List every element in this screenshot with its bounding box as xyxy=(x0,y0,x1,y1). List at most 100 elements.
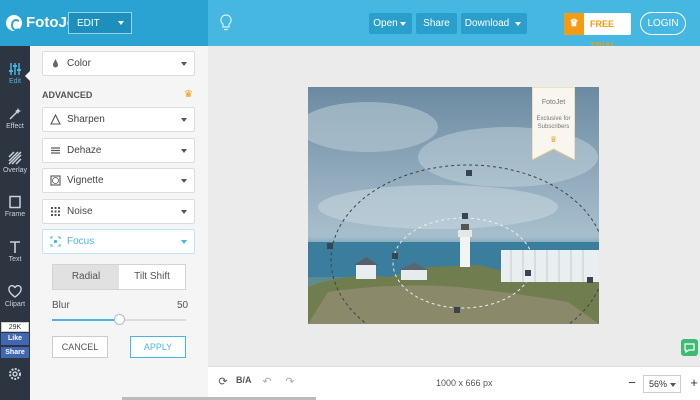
undo-icon[interactable]: ↶ xyxy=(260,375,274,389)
dehaze-label: Dehaze xyxy=(67,145,102,156)
watermark-brand: FotoJet xyxy=(541,99,566,106)
sidebar-item-edit[interactable]: Edit xyxy=(0,56,31,100)
sidebar-item-overlay[interactable]: Overlay xyxy=(0,145,30,189)
sidebar-item-label: Frame xyxy=(4,211,26,218)
triangle-icon xyxy=(50,114,61,125)
like-count: 29K xyxy=(1,322,29,332)
chat-icon[interactable] xyxy=(681,339,698,356)
open-label: Open xyxy=(373,18,398,29)
photo-preview[interactable]: FotoJet Exclusive for Subscribers ♛ xyxy=(308,87,599,324)
blur-label: Blur xyxy=(52,300,70,311)
chevron-down-icon xyxy=(515,22,521,26)
vignette-dropdown[interactable]: Vignette xyxy=(42,168,195,193)
sharpen-label: Sharpen xyxy=(67,114,105,125)
subscriber-watermark-badge: FotoJet Exclusive for Subscribers ♛ xyxy=(532,87,575,160)
cancel-button[interactable]: CANCEL xyxy=(52,336,108,358)
chevron-down-icon xyxy=(181,62,187,66)
focus-mode-toggle: Radial Tilt Shift xyxy=(52,264,186,290)
like-label: Like xyxy=(7,335,22,342)
sidebar-item-text[interactable]: Text xyxy=(0,234,30,278)
watermark-line2: Subscribers xyxy=(537,124,570,130)
dehaze-dropdown[interactable]: Dehaze xyxy=(42,138,195,163)
blur-slider[interactable] xyxy=(52,314,186,325)
dots-grid-icon xyxy=(51,207,60,216)
facebook-like-widget: 29K Like Share xyxy=(1,322,29,358)
focus-label: Focus xyxy=(67,236,95,247)
facebook-share-button[interactable]: Share xyxy=(1,347,29,358)
chevron-down-icon xyxy=(181,179,187,183)
section-title-advanced: ADVANCED xyxy=(42,90,93,100)
noise-dropdown[interactable]: Noise xyxy=(42,199,195,224)
stripes-icon xyxy=(8,151,22,165)
color-label: Color xyxy=(67,58,91,69)
lightbulb-icon[interactable] xyxy=(220,14,232,32)
share-label: Share xyxy=(5,349,25,356)
chevron-down-icon xyxy=(400,22,406,26)
watermark-line1: Exclusive for xyxy=(536,116,571,122)
vignette-label: Vignette xyxy=(67,175,104,186)
editor-canvas: FotoJet Exclusive for Subscribers ♛ xyxy=(208,46,700,366)
lines-icon xyxy=(51,147,60,154)
settings-gear-icon[interactable] xyxy=(7,366,23,382)
compare-icon[interactable]: B/A xyxy=(236,375,252,389)
chevron-down-icon xyxy=(181,210,187,214)
image-dimensions: 1000 x 666 px xyxy=(436,378,493,388)
canvas-status-bar: ⟳ B/A ↶ ↷ 1000 x 666 px − 56% + xyxy=(208,366,700,400)
sidebar-item-effect[interactable]: Effect xyxy=(0,101,30,145)
download-label: Download xyxy=(464,18,510,29)
sliders-icon xyxy=(9,63,21,75)
sidebar-item-label: Effect xyxy=(6,123,24,130)
blur-value: 50 xyxy=(177,300,189,311)
zoom-value: 56% xyxy=(649,379,668,389)
mode-select[interactable]: EDIT xyxy=(68,12,132,34)
chevron-down-icon xyxy=(181,149,187,153)
sidebar-item-label: Overlay xyxy=(2,167,28,174)
chevron-down-icon xyxy=(181,240,187,244)
sidebar-item-label: Clipart xyxy=(4,301,26,308)
noise-label: Noise xyxy=(67,206,93,217)
frame-icon xyxy=(9,195,21,209)
crown-icon: ♛ xyxy=(549,135,558,144)
open-button[interactable]: Open xyxy=(369,13,412,34)
blur-slider-thumb[interactable] xyxy=(114,314,125,325)
apply-button[interactable]: APPLY xyxy=(130,336,186,358)
chevron-down-icon xyxy=(118,21,124,25)
crown-icon: ♛ xyxy=(564,13,584,35)
tilt-shift-mode-button[interactable]: Tilt Shift xyxy=(119,265,185,289)
zoom-control: − 56% + xyxy=(626,374,700,394)
rotate-icon[interactable]: ⟳ xyxy=(216,375,230,389)
login-button[interactable]: LOGIN xyxy=(640,12,686,35)
sidebar-item-label: Edit xyxy=(8,78,22,85)
share-button[interactable]: Share xyxy=(416,13,457,34)
zoom-select[interactable]: 56% xyxy=(643,375,681,393)
droplet-icon xyxy=(53,59,58,68)
mode-select-value: EDIT xyxy=(77,18,100,29)
redo-icon[interactable]: ↷ xyxy=(283,375,297,389)
logo-icon xyxy=(6,14,22,31)
chevron-down-icon xyxy=(181,118,187,122)
color-dropdown[interactable]: Color xyxy=(42,51,195,76)
login-label: LOGIN xyxy=(647,18,679,29)
adjustment-panel: Color ADVANCED ♛ Sharpen Dehaze Vignette… xyxy=(30,46,208,400)
focus-icon xyxy=(50,236,61,247)
download-button[interactable]: Download xyxy=(461,13,527,34)
blur-slider-fill xyxy=(52,319,119,321)
heart-icon xyxy=(8,285,22,298)
sidebar-item-clipart[interactable]: Clipart xyxy=(0,279,30,323)
free-trial-button[interactable]: ♛ FREE TRIAL xyxy=(564,13,631,51)
magic-wand-icon xyxy=(9,108,21,120)
vignette-icon xyxy=(50,175,61,186)
focus-dropdown[interactable]: Focus xyxy=(42,229,195,254)
sharpen-dropdown[interactable]: Sharpen xyxy=(42,107,195,132)
sidebar-item-label: Text xyxy=(8,256,22,263)
radial-mode-button[interactable]: Radial xyxy=(53,265,119,289)
share-label: Share xyxy=(423,18,450,29)
sidebar-item-frame[interactable]: Frame xyxy=(0,189,30,233)
top-bar-brand-area: FotoJet EDIT xyxy=(0,0,208,46)
crown-icon: ♛ xyxy=(184,89,193,100)
facebook-like-button[interactable]: Like xyxy=(1,333,29,345)
chevron-down-icon xyxy=(670,383,676,387)
zoom-in-button[interactable]: + xyxy=(688,374,700,392)
top-bar: FotoJet EDIT Open Share Download ♛ FREE … xyxy=(0,0,700,51)
zoom-out-button[interactable]: − xyxy=(626,374,638,392)
